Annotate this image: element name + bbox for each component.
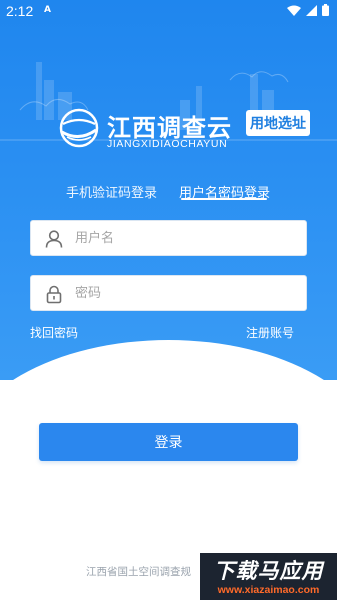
watermark-url: www.xiazaimao.com — [217, 584, 320, 596]
notification-icon: A — [44, 5, 51, 15]
logo-mark-icon — [59, 108, 99, 148]
watermark: 下载马应用 www.xiazaimao.com — [200, 553, 337, 600]
footer-text: 江西省国土空间调查规 — [86, 566, 191, 578]
logo-subtitle: JIANGXIDIAOCHAYUN — [107, 138, 228, 150]
wifi-icon — [287, 5, 301, 16]
password-input[interactable] — [75, 276, 300, 310]
signal-icon — [306, 4, 317, 16]
status-icons — [287, 4, 329, 16]
status-bar: 2:12 A — [0, 0, 337, 22]
username-input[interactable] — [75, 221, 300, 255]
register-link[interactable]: 注册账号 — [246, 324, 294, 341]
watermark-title: 下载马应用 — [213, 559, 324, 583]
forgot-password-link[interactable]: 找回密码 — [30, 324, 78, 341]
hero-curve — [0, 340, 337, 380]
app-logo: 江西调查云 JIANGXIDIAOCHAYUN 用地选址 — [57, 106, 310, 154]
status-time: 2:12 — [6, 3, 34, 19]
logo-badge: 用地选址 — [246, 110, 310, 136]
tab-sms-login[interactable]: 手机验证码登录 — [66, 182, 157, 201]
password-field[interactable] — [30, 275, 307, 311]
active-tab-indicator — [181, 198, 267, 200]
username-field[interactable] — [30, 220, 307, 256]
login-tabs: 手机验证码登录 用户名密码登录 — [0, 180, 337, 206]
login-button[interactable]: 登录 — [39, 423, 298, 461]
battery-icon — [322, 4, 329, 16]
user-icon — [45, 230, 63, 248]
lock-icon — [46, 285, 62, 304]
